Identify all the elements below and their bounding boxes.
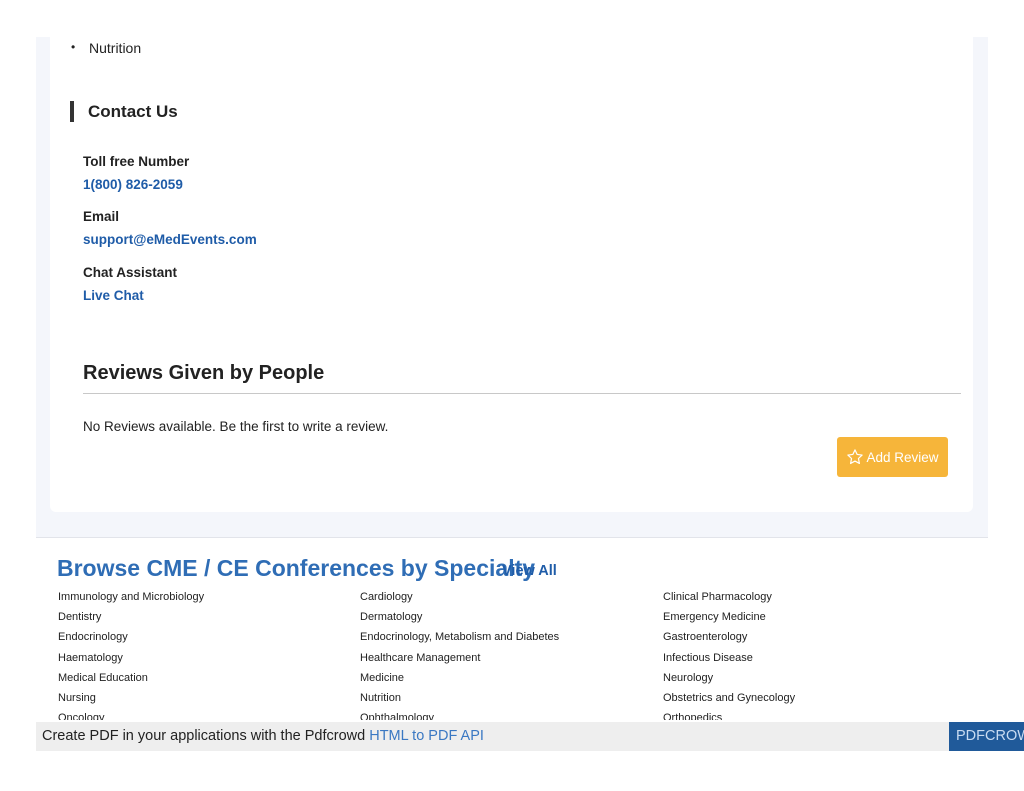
specialty-link[interactable]: Oncology — [58, 711, 204, 720]
specialty-link[interactable]: Dermatology — [360, 610, 559, 630]
specialty-link[interactable]: Ophthalmology — [360, 711, 559, 720]
html-to-pdf-api-link[interactable]: HTML to PDF API — [369, 728, 484, 744]
specialty-link[interactable]: Neurology — [663, 671, 795, 691]
specialty-link[interactable]: Healthcare Management — [360, 651, 559, 671]
email-link[interactable]: support@eMedEvents.com — [83, 232, 257, 247]
specialty-link[interactable]: Dentistry — [58, 610, 204, 630]
specialty-link[interactable]: Gastroenterology — [663, 630, 795, 650]
specialty-column-1: Immunology and Microbiology Dentistry En… — [58, 590, 204, 720]
pdfcrowd-banner-text: Create PDF in your applications with the… — [42, 728, 484, 744]
specialty-link[interactable]: Cardiology — [360, 590, 559, 610]
specialty-link[interactable]: Nutrition — [360, 691, 559, 711]
specialty-column-2: Cardiology Dermatology Endocrinology, Me… — [360, 590, 559, 720]
footer-divider — [36, 537, 988, 538]
content-card — [50, 37, 973, 512]
email-label: Email — [83, 209, 120, 224]
specialty-link[interactable]: Infectious Disease — [663, 651, 795, 671]
specialty-link[interactable]: Medicine — [360, 671, 559, 691]
specialty-grid: Immunology and Microbiology Dentistry En… — [0, 590, 1024, 720]
specialty-link[interactable]: Obstetrics and Gynecology — [663, 691, 795, 711]
specialty-column-3: Clinical Pharmacology Emergency Medicine… — [663, 590, 795, 720]
list-item: Nutrition — [71, 40, 141, 56]
specialty-link[interactable]: Endocrinology, Metabolism and Diabetes — [360, 630, 559, 650]
specialty-link[interactable]: Endocrinology — [58, 630, 204, 650]
toll-free-number-link[interactable]: 1(800) 826-2059 — [83, 177, 183, 192]
specialty-link[interactable]: Medical Education — [58, 671, 204, 691]
pdfcrowd-banner: Create PDF in your applications with the… — [36, 722, 1024, 751]
specialty-link[interactable]: Haematology — [58, 651, 204, 671]
browse-specialty-title: Browse CME / CE Conferences by Specialty — [57, 555, 536, 581]
specialty-link[interactable]: Emergency Medicine — [663, 610, 795, 630]
pdfcrowd-message: Create PDF in your applications with the… — [42, 728, 370, 744]
add-review-label: Add Review — [866, 449, 939, 465]
specialty-link[interactable]: Nursing — [58, 691, 204, 711]
reviews-divider — [83, 393, 961, 394]
contact-us-heading: Contact Us — [70, 101, 178, 122]
specialty-link[interactable]: Orthopedics — [663, 711, 795, 720]
reviews-title: Reviews Given by People — [83, 362, 325, 384]
chat-assistant-label: Chat Assistant — [83, 265, 178, 280]
live-chat-link[interactable]: Live Chat — [83, 288, 144, 303]
toll-free-label: Toll free Number — [83, 154, 190, 169]
topic-label: Nutrition — [89, 40, 142, 56]
star-icon — [847, 449, 864, 465]
add-review-button[interactable]: Add Review — [837, 437, 948, 477]
pdfcrowd-logo[interactable]: PDFCROWD — [949, 722, 1024, 751]
no-reviews-text: No Reviews available. Be the first to wr… — [83, 419, 389, 434]
specialty-link[interactable]: Clinical Pharmacology — [663, 590, 795, 610]
specialty-link[interactable]: Immunology and Microbiology — [58, 590, 204, 610]
view-all-link[interactable]: View All — [502, 563, 557, 579]
